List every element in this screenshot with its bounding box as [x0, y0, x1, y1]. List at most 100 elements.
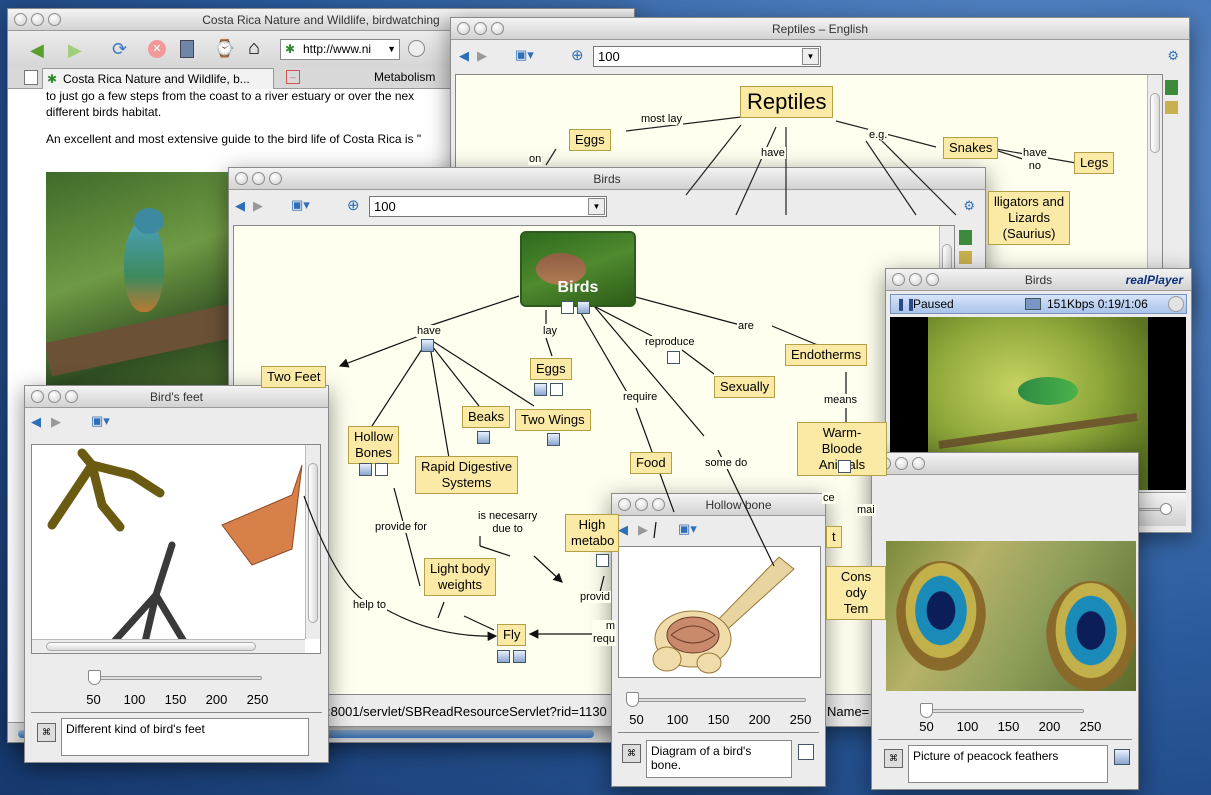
reptiles-legs-node[interactable]: Legs — [1074, 152, 1115, 174]
notes-resource-icon[interactable] — [798, 744, 814, 760]
node-eggs[interactable]: Eggs — [530, 358, 572, 380]
image-icon[interactable] — [477, 431, 490, 444]
node-constant-body-temp[interactable]: Cons ody Tem — [826, 566, 886, 620]
zoom-value: 100 — [374, 199, 396, 214]
forward-icon[interactable]: ▶ — [68, 40, 82, 61]
resources-icon[interactable] — [1165, 101, 1178, 114]
birds-center-node[interactable]: Birds — [520, 231, 636, 307]
notes-icon[interactable] — [838, 460, 851, 473]
window-controls[interactable] — [235, 172, 286, 189]
label-lay: lay — [542, 325, 559, 337]
cmap-tools-icon[interactable]: ⌘ — [622, 744, 641, 763]
peacock-eye-2 — [1046, 581, 1136, 691]
zoom-value: 100 — [598, 49, 620, 64]
player-menu-icon[interactable] — [1168, 296, 1184, 312]
motmot-bird-photo — [46, 172, 242, 412]
resources-icon[interactable] — [577, 301, 590, 314]
node-two-wings[interactable]: Two Wings — [515, 409, 591, 431]
notes-icon[interactable] — [375, 463, 388, 476]
peacock-zoom-slider[interactable] — [924, 709, 1084, 713]
notes-icon[interactable] — [561, 301, 574, 314]
reptiles-eggs-node[interactable]: Eggs — [569, 129, 611, 151]
image-icon[interactable] — [534, 383, 547, 396]
view-menu-icon[interactable]: ▣▾ — [515, 47, 534, 63]
image-icon[interactable] — [547, 433, 560, 446]
peacock-slider-thumb[interactable] — [920, 703, 933, 718]
divider — [31, 712, 322, 713]
notes-icon[interactable] — [550, 383, 563, 396]
reptiles-alligators-node[interactable]: lligators and Lizards (Saurius) — [988, 191, 1071, 245]
node-two-feet[interactable]: Two Feet — [261, 366, 327, 388]
nav-forward-icon[interactable]: ▶ — [477, 48, 487, 64]
home-icon[interactable]: ⌂ — [248, 37, 260, 60]
node-food[interactable]: Food — [630, 452, 672, 474]
node-high-metabolism[interactable]: High metabo — [565, 514, 619, 552]
node-sexually[interactable]: Sexually — [714, 376, 776, 398]
stop-icon[interactable]: ✕ — [148, 40, 166, 58]
tick: 200 — [748, 712, 771, 727]
node-light-body[interactable]: Light body weights — [424, 558, 496, 596]
search-go-icon[interactable] — [408, 40, 425, 57]
sidebar-toggle-icon[interactable] — [24, 70, 38, 85]
tools-icon[interactable]: ⚙ — [1167, 48, 1179, 64]
history-icon[interactable]: ⌚ — [214, 39, 235, 59]
tick: 200 — [205, 692, 228, 707]
image-icon[interactable] — [359, 463, 372, 476]
tab-close-icon[interactable]: – — [286, 70, 300, 84]
tick: 100 — [123, 692, 146, 707]
nav-forward-icon[interactable]: ▶ — [253, 198, 263, 214]
tab-label: Costa Rica Nature and Wildlife, b... — [63, 72, 250, 86]
view-menu-icon[interactable]: ▣▾ — [91, 413, 110, 429]
hollow-bone-zoom-slider[interactable] — [630, 698, 806, 702]
tick: 250 — [789, 712, 812, 727]
notes-icon[interactable] — [596, 554, 609, 567]
volume-thumb[interactable] — [1160, 503, 1172, 515]
node-hollow-bones[interactable]: Hollow Bones — [348, 426, 400, 464]
back-icon[interactable]: ◀ — [30, 40, 44, 61]
label-have-no: have no — [1022, 147, 1048, 173]
zoom-select[interactable]: 100 ▼ — [593, 46, 821, 67]
video-icon[interactable] — [513, 650, 526, 663]
nav-back-icon[interactable]: ◀ — [459, 48, 469, 64]
reptiles-main-node[interactable]: Reptiles — [740, 86, 834, 118]
bookmarks-icon[interactable] — [180, 40, 194, 58]
url-text: http://www.ni — [303, 42, 372, 56]
reload-icon[interactable]: ⟳ — [112, 39, 127, 60]
nav-back-icon[interactable]: ◀ — [235, 198, 245, 214]
window-controls[interactable] — [31, 390, 82, 407]
image-icon[interactable] — [497, 650, 510, 663]
hollow-bone-slider-thumb[interactable] — [626, 692, 639, 707]
notes-icon[interactable] — [667, 351, 680, 364]
reptiles-snakes-node[interactable]: Snakes — [943, 137, 999, 159]
url-dropdown-icon[interactable]: ▼ — [387, 40, 396, 59]
divider — [878, 739, 1132, 740]
birds-feet-ticks: 50 100 150 200 250 — [73, 692, 278, 707]
label-on: on — [528, 153, 543, 165]
window-controls[interactable] — [14, 13, 65, 30]
node-t[interactable]: t — [826, 526, 842, 548]
view-menu-icon[interactable]: ▣▾ — [291, 197, 310, 213]
birds-feet-slider-thumb[interactable] — [88, 670, 101, 685]
hollow-bone-ticks: 50 100 150 200 250 — [616, 712, 821, 727]
image-icon[interactable] — [421, 339, 434, 352]
zoom-icon[interactable]: ⊕ — [571, 46, 584, 64]
image-resource-icon[interactable] — [1114, 749, 1130, 765]
nav-back-icon[interactable]: ◀ — [31, 414, 41, 430]
nav-forward-icon[interactable]: ▶ — [51, 414, 61, 430]
notes-icon[interactable] — [1165, 80, 1178, 95]
browser-title: Costa Rica Nature and Wildlife, birdwatc… — [202, 13, 440, 27]
node-endotherms[interactable]: Endotherms — [785, 344, 868, 366]
zoom-icon[interactable]: ⊕ — [347, 196, 360, 214]
window-controls[interactable] — [457, 22, 508, 39]
label-is-necessary: is necesarry due to — [477, 510, 539, 536]
tab-metabolism[interactable]: Metabolism — [374, 70, 435, 84]
cmap-tools-icon[interactable]: ⌘ — [37, 723, 56, 742]
birds-feet-description: Different kind of bird's feet — [61, 718, 309, 756]
reptiles-titlebar[interactable]: Reptiles – English — [451, 18, 1189, 40]
url-field[interactable]: ✱ http://www.ni ▼ — [280, 39, 400, 60]
node-rapid-digestive[interactable]: Rapid Digestive Systems — [415, 456, 519, 494]
node-fly[interactable]: Fly — [497, 624, 527, 646]
node-beaks[interactable]: Beaks — [462, 406, 511, 428]
tab-costa-rica[interactable]: ✱ Costa Rica Nature and Wildlife, b... — [42, 68, 274, 89]
cmap-tools-icon[interactable]: ⌘ — [884, 749, 903, 768]
